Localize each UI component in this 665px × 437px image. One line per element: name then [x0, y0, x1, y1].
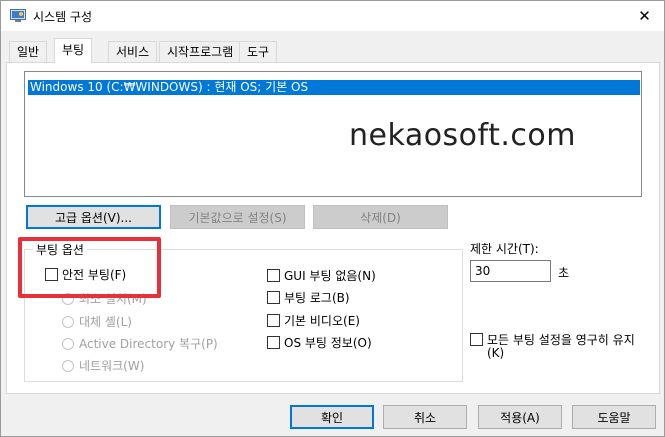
timeout-input[interactable]: 30 — [470, 260, 551, 282]
radio-circle — [62, 337, 74, 350]
permanent-settings-label-line2: (K) — [487, 346, 505, 360]
ad-repair-label: Active Directory 복구(P) — [79, 337, 218, 351]
ad-repair-radio[interactable]: Active Directory 복구(P) — [62, 335, 218, 352]
checkbox-box — [267, 336, 280, 349]
checkbox-box — [267, 291, 280, 304]
radio-circle — [62, 315, 74, 328]
tab-boot[interactable]: 부팅 — [54, 38, 93, 63]
no-gui-boot-label: GUI 부팅 없음(N) — [284, 269, 376, 283]
system-configuration-window: 시스템 구성 ✕ 일반 부팅 서비스 시작프로그램 도구 Windows 10 … — [0, 0, 665, 437]
radio-circle — [62, 359, 74, 372]
tab-general[interactable]: 일반 — [9, 41, 48, 62]
network-radio[interactable]: 네트워크(W) — [62, 357, 144, 374]
alternate-shell-label: 대체 셸(L) — [79, 315, 132, 329]
base-video-label: 기본 비디오(E) — [284, 314, 360, 328]
os-boot-info-label: OS 부팅 정보(O) — [284, 336, 372, 350]
tab-tools[interactable]: 도구 — [239, 41, 278, 62]
highlight-box — [18, 237, 161, 298]
set-default-button[interactable]: 기본값으로 설정(S) — [170, 205, 305, 229]
boot-log-label: 부팅 로그(B) — [284, 291, 350, 305]
advanced-options-button[interactable]: 고급 옵션(V)... — [26, 205, 161, 229]
checkbox-box — [267, 269, 280, 282]
os-list-item[interactable]: Windows 10 (C:₩WINDOWS) : 현재 OS; 기본 OS — [28, 80, 640, 95]
checkbox-box — [267, 314, 280, 327]
close-icon: ✕ — [638, 7, 651, 25]
alternate-shell-radio[interactable]: 대체 셸(L) — [62, 313, 132, 330]
watermark-text: nekaosoft.com — [349, 118, 576, 153]
boot-log-checkbox[interactable]: 부팅 로그(B) — [267, 289, 350, 306]
window-title: 시스템 구성 — [33, 10, 93, 24]
apply-button[interactable]: 적용(A) — [478, 405, 562, 429]
timeout-label: 제한 시간(T): — [470, 242, 539, 256]
close-button[interactable]: ✕ — [625, 1, 664, 31]
tab-services[interactable]: 서비스 — [108, 41, 158, 62]
ok-button[interactable]: 확인 — [290, 405, 374, 429]
no-gui-boot-checkbox[interactable]: GUI 부팅 없음(N) — [267, 267, 376, 284]
tab-startup[interactable]: 시작프로그램 — [159, 41, 242, 62]
os-boot-info-checkbox[interactable]: OS 부팅 정보(O) — [267, 334, 372, 351]
checkbox-box — [470, 333, 483, 346]
permanent-settings-label: 모든 부팅 설정을 영구히 유지 — [487, 333, 635, 347]
network-label: 네트워크(W) — [79, 359, 145, 373]
title-bar: 시스템 구성 ✕ — [1, 1, 664, 31]
help-button[interactable]: 도움말 — [572, 405, 656, 429]
timeout-unit: 초 — [558, 266, 570, 280]
msconfig-icon — [10, 9, 26, 22]
base-video-checkbox[interactable]: 기본 비디오(E) — [267, 312, 360, 329]
cancel-button[interactable]: 취소 — [383, 405, 467, 429]
delete-button[interactable]: 삭제(D) — [313, 205, 448, 229]
